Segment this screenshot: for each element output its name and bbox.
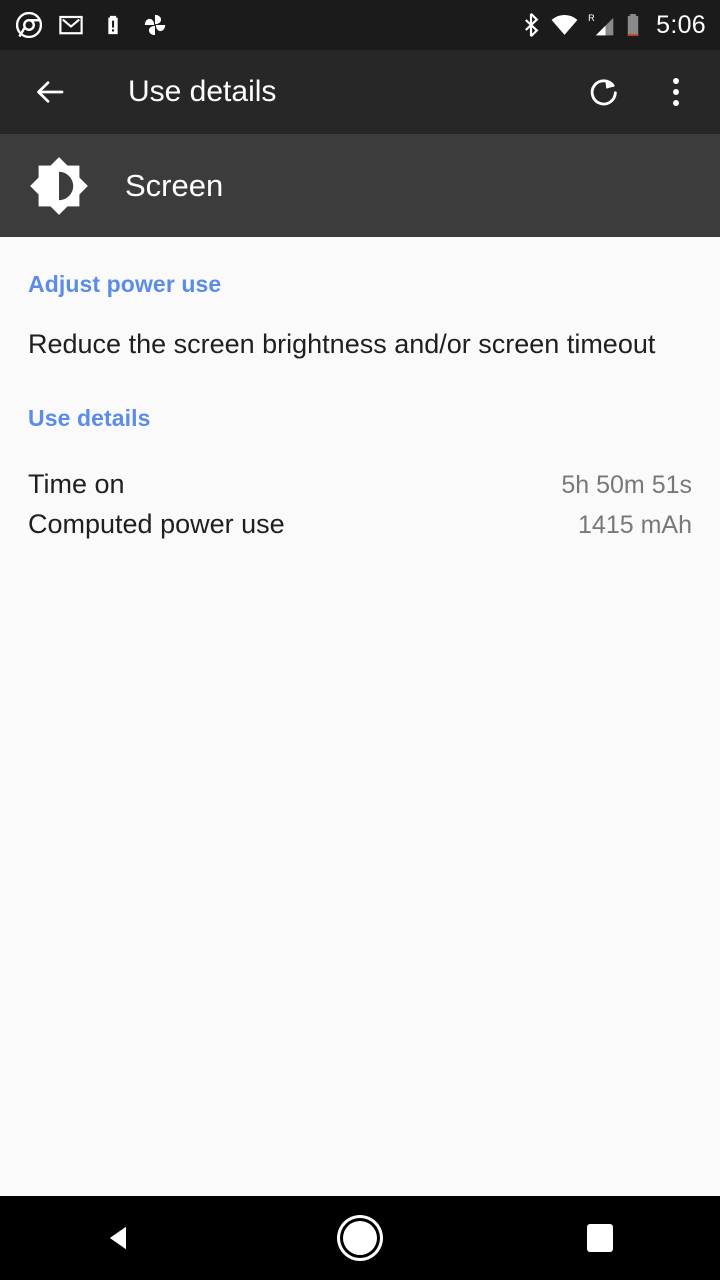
- status-bar-right-icons: R 5:06: [520, 11, 706, 40]
- detail-value: 5h 50m 51s: [561, 471, 692, 499]
- status-bar-left-icons: [15, 11, 168, 39]
- section-header-use-details: Use details: [28, 405, 151, 431]
- detail-label: Computed power use: [28, 509, 285, 539]
- svg-text:R: R: [588, 13, 595, 23]
- overflow-menu-button[interactable]: [652, 68, 700, 116]
- back-button[interactable]: [26, 68, 74, 116]
- arrow-left-icon: [37, 81, 64, 103]
- google-photos-icon: [142, 12, 168, 38]
- detail-row-computed-power-use: Computed power use 1415 mAh: [28, 509, 692, 549]
- battery-icon: [624, 12, 642, 38]
- nav-back-button[interactable]: [0, 1222, 240, 1254]
- nav-recents-icon: [587, 1224, 613, 1252]
- toolbar-actions: [580, 68, 700, 116]
- battery-alert-icon: [100, 12, 126, 38]
- app-header-title: Screen: [125, 167, 224, 203]
- section-header-adjust-power-use: Adjust power use: [28, 271, 222, 297]
- refresh-icon: [590, 79, 617, 106]
- toolbar: Use details: [0, 50, 720, 134]
- nav-home-button[interactable]: [240, 1221, 480, 1255]
- status-bar: R 5:06: [0, 0, 720, 50]
- content-area: Adjust power use Reduce the screen brigh…: [0, 237, 720, 1196]
- use-details-list: Time on 5h 50m 51s Computed power use 14…: [28, 469, 692, 549]
- more-vert-icon: [673, 78, 679, 106]
- navigation-bar: [0, 1196, 720, 1280]
- chrome-icon: [15, 11, 43, 39]
- page-title: Use details: [128, 75, 277, 108]
- adjust-power-use-description: Reduce the screen brightness and/or scre…: [28, 329, 656, 359]
- nav-back-icon: [109, 1226, 126, 1250]
- cellular-signal-icon: R: [587, 12, 615, 38]
- gmail-icon: [58, 12, 84, 38]
- refresh-button[interactable]: [580, 68, 628, 116]
- status-bar-clock: 5:06: [656, 10, 706, 39]
- wifi-icon: [551, 12, 578, 38]
- nav-recents-button[interactable]: [480, 1224, 720, 1252]
- brightness-icon: [28, 155, 90, 217]
- nav-home-icon: [343, 1221, 377, 1255]
- detail-value: 1415 mAh: [578, 511, 692, 539]
- bluetooth-icon: [520, 12, 542, 38]
- detail-label: Time on: [28, 469, 125, 499]
- detail-row-time-on: Time on 5h 50m 51s: [28, 469, 692, 509]
- app-header: Screen: [0, 134, 720, 237]
